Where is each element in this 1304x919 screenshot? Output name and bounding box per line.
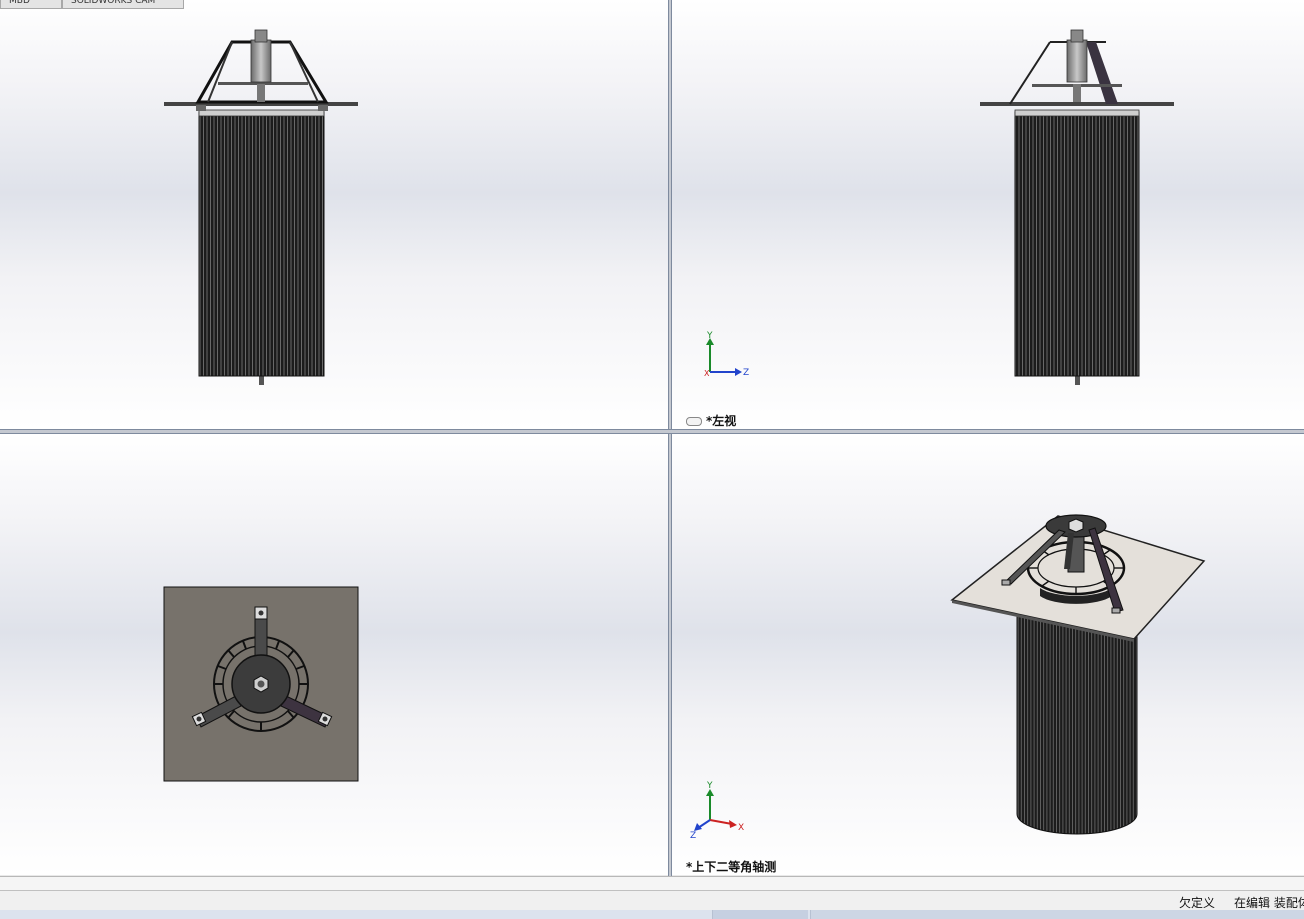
model-left-view (980, 29, 1174, 385)
triad-z-label: Z (743, 368, 749, 378)
viewport-isometric[interactable]: Y X Z *上下二等角轴测 (672, 434, 1304, 875)
model-isometric-view (950, 514, 1206, 835)
horizontal-scroll-strip (0, 876, 1304, 891)
view-label-isometric: *上下二等角轴测 (686, 860, 777, 874)
model-top-view (163, 586, 359, 782)
tab-solidworks-cam[interactable]: SOLIDWORKS CAM (62, 0, 184, 9)
triad-iso-x-label: X (738, 823, 744, 833)
command-manager-tabs: MBD SOLIDWORKS CAM (0, 0, 184, 9)
taskbar-app-button[interactable] (712, 910, 808, 919)
status-bar: 欠定义 在编辑 装配体 (0, 890, 1304, 911)
coordinate-triad: Y Z X (704, 331, 749, 378)
view-label-left: *左视 (686, 412, 736, 429)
viewport-splitter-horizontal[interactable] (0, 429, 1304, 434)
link-views-icon[interactable] (686, 417, 702, 426)
triad-iso-z-label: Z (690, 831, 696, 840)
triad-x-label: X (704, 369, 710, 378)
status-definition: 欠定义 (1179, 896, 1216, 910)
viewport-front[interactable] (0, 0, 668, 429)
taskbar-app-button[interactable] (810, 910, 1304, 919)
model-front-view (164, 29, 358, 385)
viewport-left[interactable]: Y Z X *左视 (672, 0, 1304, 429)
status-editing: 在编辑 装配体 (1234, 896, 1304, 910)
tab-mbd[interactable]: MBD (0, 0, 62, 9)
windows-taskbar (0, 910, 1304, 919)
viewport-top[interactable]: ▾ ▾ ▾ ▾ ▾ (0, 434, 668, 875)
triad-iso-y-label: Y (706, 781, 713, 791)
triad-y-label: Y (706, 331, 713, 341)
coordinate-triad-iso: Y X Z (690, 781, 744, 840)
viewport-splitter-vertical[interactable] (668, 0, 672, 876)
